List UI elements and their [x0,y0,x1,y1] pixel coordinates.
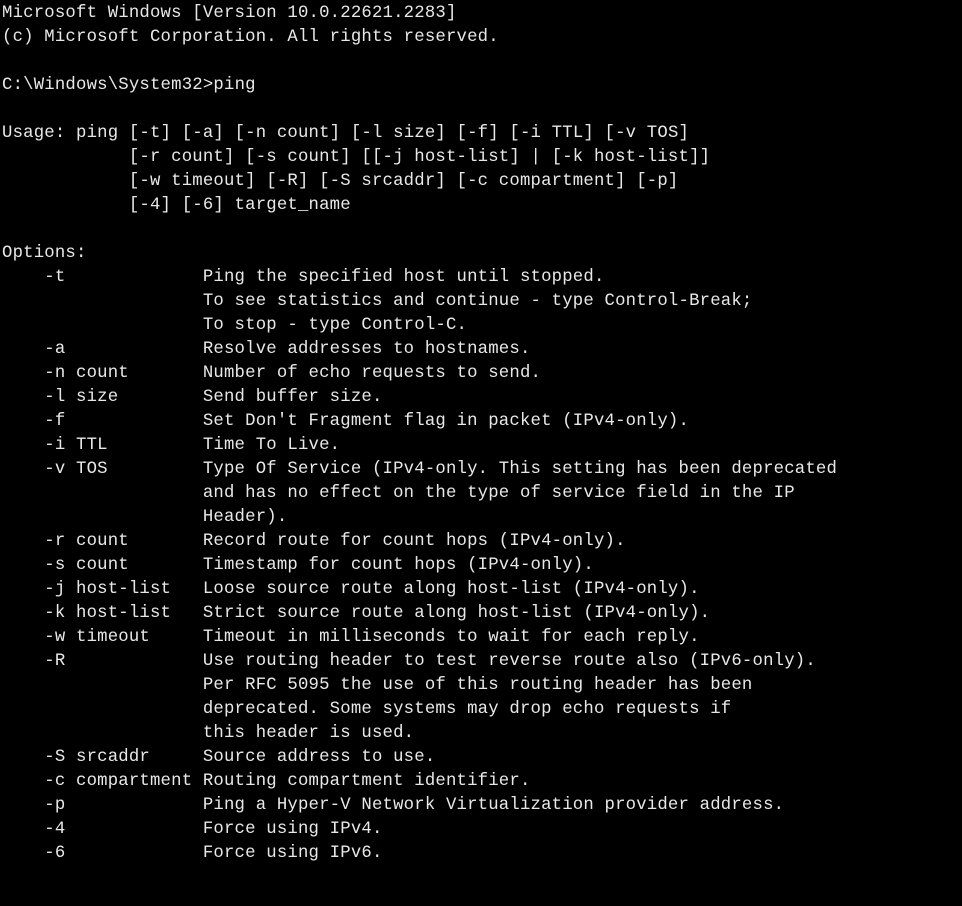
header-version-line: Microsoft Windows [Version 10.0.22621.22… [2,4,457,23]
prompt-path: C:\Windows\System32> [2,76,213,95]
header-copyright-line: (c) Microsoft Corporation. All rights re… [2,28,499,47]
terminal-output[interactable]: Microsoft Windows [Version 10.0.22621.22… [0,0,962,866]
options-label: Options: [2,244,87,263]
prompt-command: ping [213,76,255,95]
usage-line-1: ping [-t] [-a] [-n count] [-l size] [-f]… [65,124,689,143]
options-list: -t Ping the specified host until stopped… [2,268,837,863]
usage-line-2: [-r count] [-s count] [[-j host-list] | … [2,148,710,167]
usage-line-3: [-w timeout] [-R] [-S srcaddr] [-c compa… [2,172,679,191]
usage-line-4: [-4] [-6] target_name [2,196,351,215]
usage-label: Usage: [2,124,65,143]
